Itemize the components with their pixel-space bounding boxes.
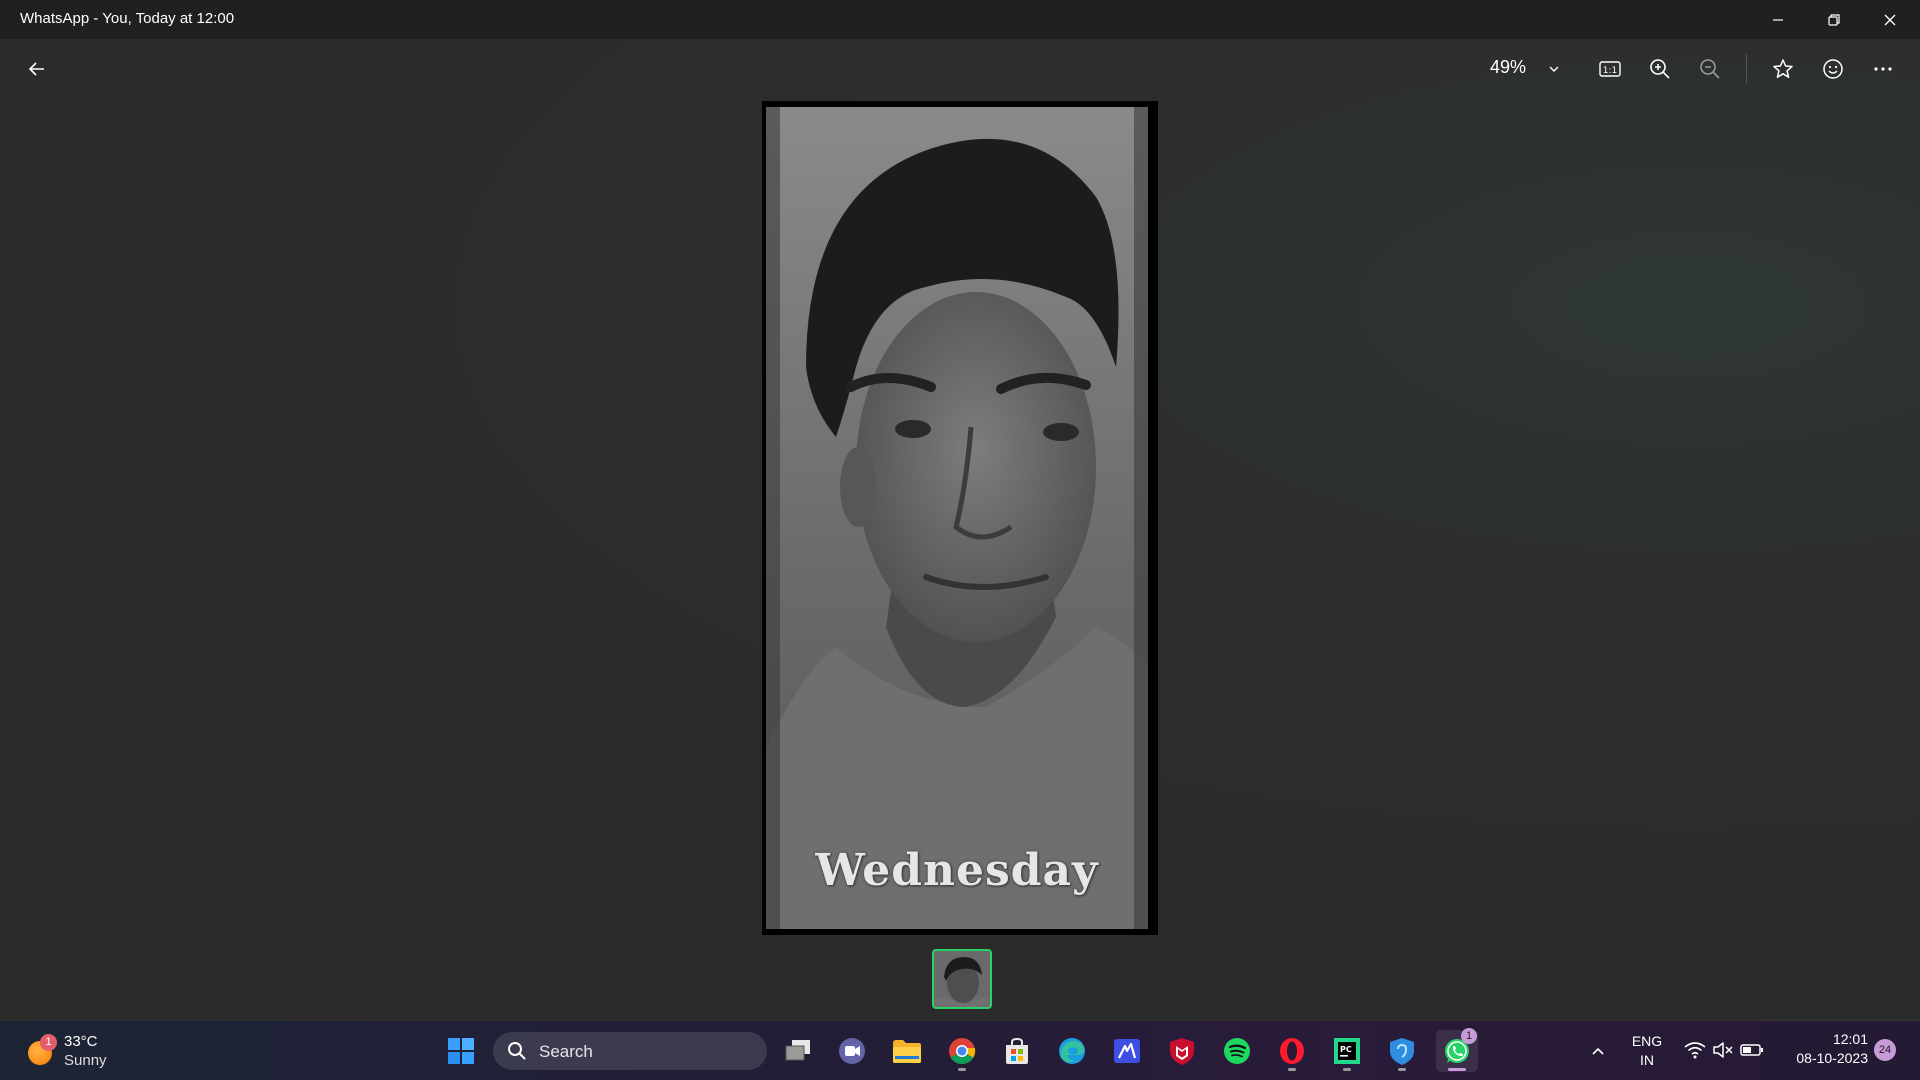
- task-view-icon: [785, 1040, 810, 1061]
- whatsapp-badge: 1: [1461, 1028, 1477, 1044]
- taskbar-search-box[interactable]: Search: [493, 1032, 767, 1070]
- search-icon: [508, 1042, 526, 1060]
- minimize-icon: [1773, 18, 1783, 21]
- editor-app-icon: [1114, 1039, 1140, 1063]
- pycharm-icon: PC: [1334, 1038, 1360, 1064]
- chevron-up-icon: [1592, 1047, 1604, 1055]
- close-icon: [1884, 14, 1896, 25]
- minimize-button[interactable]: [1750, 0, 1806, 39]
- close-button[interactable]: [1862, 0, 1918, 39]
- whatsapp-button[interactable]: 1: [1436, 1028, 1478, 1072]
- spotify-icon: [1224, 1038, 1250, 1064]
- shield-icon: [1390, 1038, 1414, 1065]
- speaker-muted-icon: [1713, 1042, 1733, 1058]
- window-title: WhatsApp - You, Today at 12:00: [20, 10, 235, 27]
- whatsapp-running-indicator: [1448, 1068, 1466, 1071]
- zoom-out-icon: [1700, 59, 1720, 79]
- region-code: IN: [1640, 1052, 1654, 1068]
- star-icon: [1773, 59, 1793, 78]
- photo-image: Wednesday: [766, 107, 1148, 929]
- svg-text:PC: PC: [1340, 1045, 1352, 1054]
- opera-icon: [1280, 1038, 1304, 1064]
- zoom-in-icon: [1650, 59, 1670, 79]
- show-hidden-icons-button[interactable]: [1577, 1030, 1619, 1072]
- weather-temperature: 33°C: [64, 1033, 98, 1050]
- system-status-group[interactable]: [1676, 1035, 1766, 1067]
- clock[interactable]: 12:01 08-10-2023: [1772, 1031, 1868, 1071]
- chevron-down-icon: [1549, 66, 1559, 72]
- weather-widget[interactable]: 1 33°C Sunny: [24, 1029, 134, 1073]
- microsoft-store-button[interactable]: [996, 1030, 1038, 1072]
- mcafee-button[interactable]: [1161, 1030, 1203, 1072]
- thumbnail-image: [934, 951, 990, 1007]
- actual-size-icon: 1:1: [1599, 61, 1621, 77]
- actual-size-button[interactable]: 1:1: [1590, 49, 1630, 89]
- security-app-running-indicator: [1398, 1068, 1406, 1071]
- photo-thumbnail[interactable]: [932, 949, 992, 1009]
- battery-icon: [1740, 1044, 1763, 1056]
- chrome-running-indicator: [958, 1068, 966, 1071]
- more-horizontal-icon: [1874, 67, 1892, 71]
- opera-button[interactable]: [1271, 1030, 1313, 1072]
- title-bar: WhatsApp - You, Today at 12:00: [0, 0, 1920, 39]
- back-button[interactable]: [17, 49, 57, 89]
- mcafee-shield-icon: [1170, 1038, 1194, 1065]
- pycharm-running-indicator: [1343, 1068, 1351, 1071]
- back-arrow-icon: [28, 62, 44, 76]
- clock-time: 12:01: [1832, 1031, 1868, 1047]
- security-app-button[interactable]: [1381, 1030, 1423, 1072]
- svg-text:1:1: 1:1: [1603, 66, 1617, 76]
- chrome-icon: [949, 1038, 976, 1065]
- photo-caption: Wednesday: [815, 845, 1099, 896]
- smiley-icon: [1823, 59, 1843, 79]
- language-indicator[interactable]: ENG IN: [1622, 1033, 1672, 1073]
- teams-chat-button[interactable]: [831, 1030, 873, 1072]
- store-bag-icon: [1006, 1037, 1028, 1064]
- zoom-level: 49%: [1490, 57, 1527, 77]
- portrait-illustration: [766, 107, 1148, 929]
- task-view-button[interactable]: [777, 1030, 819, 1072]
- more-options-button[interactable]: [1863, 49, 1903, 89]
- editor-app-button[interactable]: [1106, 1030, 1148, 1072]
- opera-running-indicator: [1288, 1068, 1296, 1071]
- photo-viewer-window: WhatsApp - You, Today at 12:00 49% 1:1 W…: [0, 0, 1920, 1020]
- folder-icon: [893, 1040, 921, 1063]
- spotify-button[interactable]: [1216, 1030, 1258, 1072]
- edge-icon: [1059, 1038, 1085, 1064]
- language-code: ENG: [1631, 1033, 1663, 1049]
- zoom-dropdown-button[interactable]: [1534, 49, 1574, 89]
- zoom-out-button[interactable]: [1690, 49, 1730, 89]
- edge-button[interactable]: [1051, 1030, 1093, 1072]
- restore-button[interactable]: [1806, 0, 1862, 39]
- pycharm-button[interactable]: PC: [1326, 1030, 1368, 1072]
- weather-badge: 1: [40, 1034, 57, 1051]
- video-chat-icon: [839, 1038, 865, 1064]
- notification-center-badge[interactable]: 24: [1874, 1039, 1896, 1061]
- clock-date: 08-10-2023: [1796, 1050, 1868, 1066]
- zoom-in-button[interactable]: [1640, 49, 1680, 89]
- search-label: Search: [539, 1042, 593, 1061]
- wifi-icon: [1684, 1042, 1706, 1059]
- windows-logo-icon: [448, 1038, 474, 1064]
- star-button[interactable]: [1763, 49, 1803, 89]
- viewer-toolbar: 49% 1:1: [0, 39, 1920, 101]
- react-button[interactable]: [1813, 49, 1853, 89]
- taskbar: 1 33°C Sunny Search PC 1 ENG IN 12:01 08…: [0, 1020, 1920, 1080]
- chrome-button[interactable]: [941, 1030, 983, 1072]
- restore-icon: [1828, 13, 1840, 26]
- file-explorer-button[interactable]: [886, 1030, 928, 1072]
- toolbar-divider: [1746, 54, 1747, 84]
- weather-condition: Sunny: [64, 1052, 107, 1069]
- start-button[interactable]: [440, 1030, 482, 1072]
